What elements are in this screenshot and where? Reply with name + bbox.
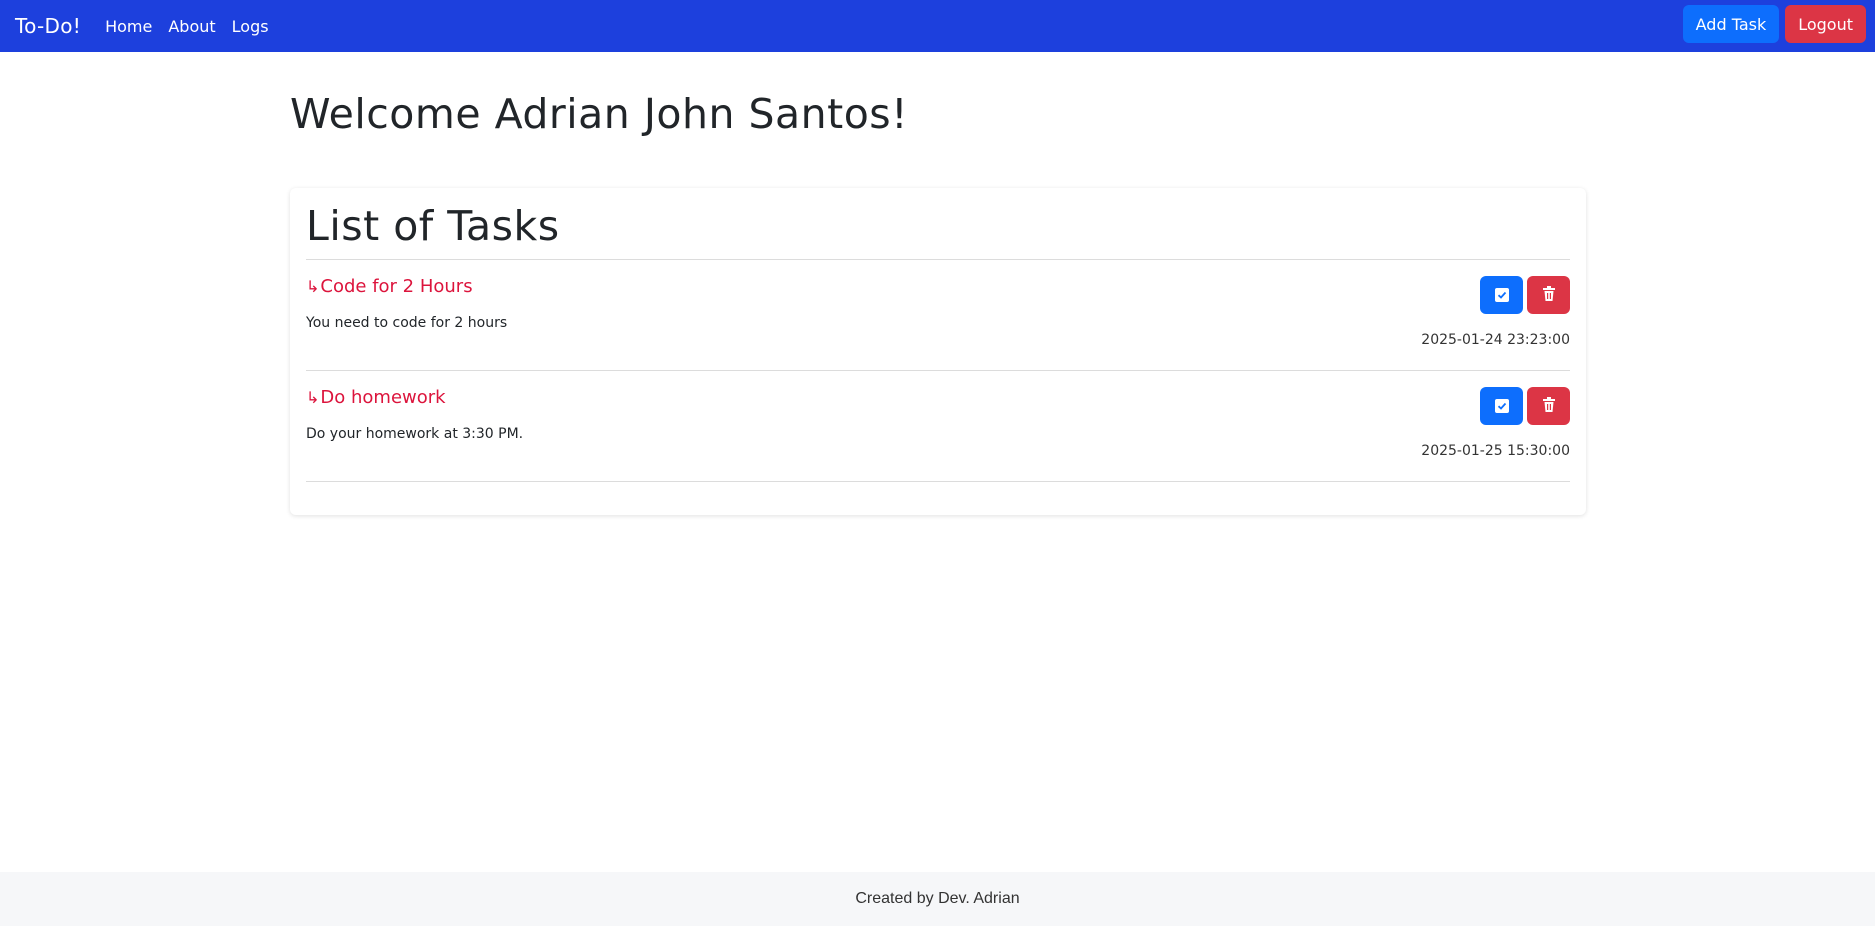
task-title[interactable]: ↳ Do homework (306, 387, 446, 408)
navbar: To-Do! Home About Logs Add Task Logout (0, 0, 1875, 52)
add-task-button[interactable]: Add Task (1682, 5, 1780, 43)
arrow-return-icon: ↳ (306, 277, 320, 296)
task-description: Do your homework at 3:30 PM. (306, 426, 524, 442)
trash-icon (1542, 396, 1556, 416)
brand-logo[interactable]: To-Do! (15, 14, 81, 38)
complete-task-button[interactable] (1480, 276, 1523, 314)
task-title[interactable]: ↳ Code for 2 Hours (306, 276, 473, 297)
nav-link-about[interactable]: About (168, 17, 215, 36)
divider (306, 481, 1570, 482)
task-description: You need to code for 2 hours (306, 315, 508, 331)
task-datetime: 2025-01-25 15:30:00 (1421, 443, 1570, 459)
delete-task-button[interactable] (1527, 387, 1570, 425)
nav-link-logs[interactable]: Logs (232, 17, 269, 36)
logout-button[interactable]: Logout (1785, 5, 1866, 43)
task-datetime: 2025-01-24 23:23:00 (1421, 332, 1570, 348)
nav-link-home[interactable]: Home (105, 17, 152, 36)
check-square-icon (1494, 288, 1509, 302)
tasks-title: List of Tasks (306, 202, 560, 250)
navbar-actions: Add Task Logout (1682, 5, 1866, 43)
check-square-icon (1494, 399, 1509, 413)
arrow-return-icon: ↳ (306, 388, 320, 407)
delete-task-button[interactable] (1527, 276, 1570, 314)
footer: Created by Dev. Adrian (0, 872, 1875, 926)
task-actions (1480, 276, 1570, 314)
welcome-heading: Welcome Adrian John Santos! (290, 90, 909, 138)
task-actions (1480, 387, 1570, 425)
footer-text: Created by Dev. Adrian (855, 890, 1020, 907)
task-title-text: Code for 2 Hours (320, 276, 473, 297)
complete-task-button[interactable] (1480, 387, 1523, 425)
task-title-text: Do homework (320, 387, 446, 408)
trash-icon (1542, 285, 1556, 305)
tasks-card: List of Tasks ↳ Code for 2 Hours You nee… (290, 188, 1586, 515)
divider (306, 370, 1570, 371)
divider (306, 259, 1570, 260)
